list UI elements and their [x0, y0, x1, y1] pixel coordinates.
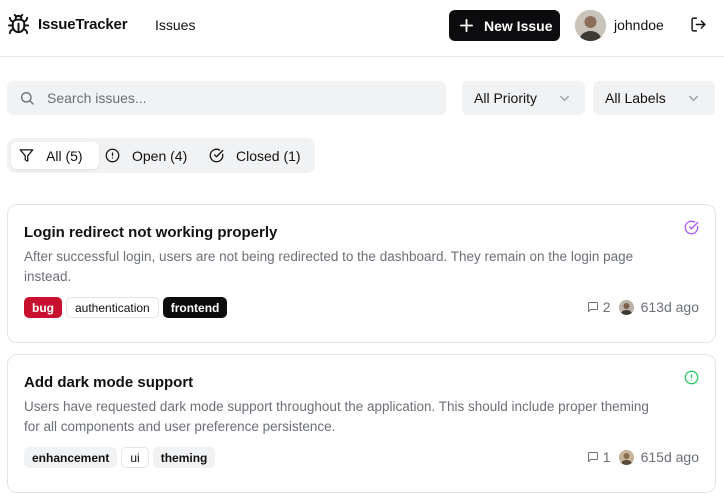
- issue-labels: enhancement ui theming: [24, 447, 216, 468]
- logout-icon[interactable]: [690, 16, 707, 33]
- alert-circle-icon: [105, 148, 120, 163]
- label-badge[interactable]: enhancement: [24, 447, 118, 468]
- chevron-down-icon: [560, 95, 569, 102]
- tab-closed-label: Closed (1): [236, 147, 301, 164]
- nav-issues-link[interactable]: Issues: [155, 17, 195, 33]
- status-tabs: All (5) Open (4) Closed (1): [7, 138, 315, 173]
- issue-title[interactable]: Login redirect not working properly: [24, 224, 277, 241]
- new-issue-button[interactable]: New Issue: [449, 10, 560, 41]
- new-issue-label: New Issue: [484, 17, 553, 34]
- tab-all-label: All (5): [46, 147, 83, 164]
- closed-status-icon: [684, 220, 699, 235]
- open-status-icon: [684, 370, 699, 385]
- label-badge[interactable]: authentication: [66, 297, 159, 318]
- chevron-down-icon: [689, 95, 698, 102]
- labels-filter-select[interactable]: All Labels: [593, 81, 715, 115]
- issue-labels: bug authentication frontend: [24, 297, 228, 318]
- issue-card[interactable]: Login redirect not working properly Afte…: [7, 204, 716, 343]
- search-icon: [21, 92, 34, 105]
- avatar-photo: [575, 10, 606, 41]
- issue-description: Users have requested dark mode support t…: [24, 399, 649, 434]
- issue-card[interactable]: Add dark mode support Users have request…: [7, 354, 716, 493]
- priority-filter-select[interactable]: All Priority: [462, 81, 585, 115]
- comment-icon: [587, 302, 598, 312]
- labels-filter-value: All Labels: [605, 90, 666, 106]
- issue-title[interactable]: Add dark mode support: [24, 374, 193, 391]
- search-box: [7, 81, 446, 115]
- search-input[interactable]: [47, 81, 437, 115]
- app-title[interactable]: IssueTracker: [38, 16, 128, 33]
- issue-meta: 1 615d ago: [587, 449, 699, 465]
- avatar-photo: [618, 299, 634, 315]
- tab-open-label: Open (4): [132, 147, 188, 164]
- check-circle-icon: [209, 148, 224, 163]
- issue-age: 613d ago: [640, 299, 699, 315]
- issue-age: 615d ago: [640, 449, 699, 465]
- top-header: IssueTracker Issues New Issue johndoe: [0, 0, 724, 57]
- plus-icon: [460, 19, 473, 32]
- issue-meta: 2 613d ago: [587, 299, 699, 315]
- comment-count: 1: [602, 449, 611, 465]
- username-label[interactable]: johndoe: [614, 17, 664, 33]
- avatar-photo: [618, 449, 634, 465]
- priority-filter-value: All Priority: [474, 90, 538, 106]
- assignee-avatar: [618, 449, 634, 465]
- label-badge[interactable]: ui: [121, 447, 149, 468]
- user-avatar[interactable]: [575, 10, 606, 41]
- label-badge[interactable]: bug: [24, 297, 62, 318]
- tab-closed[interactable]: Closed (1): [209, 142, 301, 169]
- tab-all[interactable]: All (5): [11, 142, 99, 169]
- comment-count: 2: [602, 299, 611, 315]
- label-badge[interactable]: frontend: [162, 297, 228, 318]
- filter-icon: [19, 149, 34, 162]
- tab-open[interactable]: Open (4): [105, 142, 187, 169]
- assignee-avatar: [618, 299, 634, 315]
- comment-icon: [587, 452, 598, 462]
- bug-icon: [7, 13, 30, 35]
- label-badge[interactable]: theming: [152, 447, 216, 468]
- issue-description: After successful login, users are not be…: [24, 249, 634, 284]
